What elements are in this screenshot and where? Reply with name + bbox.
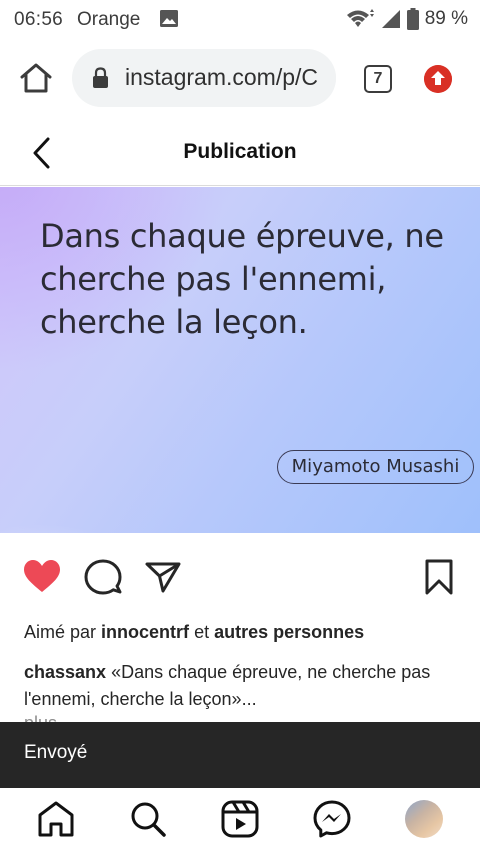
- avatar[interactable]: [405, 800, 443, 838]
- home-icon[interactable]: [18, 60, 54, 96]
- reels-icon[interactable]: [221, 800, 259, 838]
- likes-prefix: Aimé par: [24, 622, 97, 642]
- address-bar[interactable]: instagram.com/p/C: [72, 49, 336, 107]
- signal-icon: [381, 10, 400, 28]
- heart-icon[interactable]: [23, 559, 61, 595]
- status-bar: 06:56 Orange 89 %: [0, 0, 480, 38]
- comment-icon[interactable]: [84, 559, 122, 595]
- messenger-icon[interactable]: [313, 800, 351, 838]
- bottom-navigation: [0, 788, 480, 854]
- status-icons: 89 %: [345, 6, 468, 32]
- liker-username[interactable]: innocentrf: [101, 622, 189, 642]
- url-fade: [320, 49, 336, 107]
- snackbar: Envoyé: [0, 722, 480, 788]
- home-icon[interactable]: [37, 800, 75, 838]
- image-icon: [160, 10, 178, 27]
- post-caption: chassanx «Dans chaque épreuve, ne cherch…: [24, 659, 464, 713]
- share-icon[interactable]: [144, 559, 182, 595]
- likes-summary: Aimé par innocentrf et autres personnes: [24, 622, 364, 643]
- wifi-icon: [346, 9, 374, 27]
- likes-connector: et: [194, 622, 210, 642]
- post-header: Publication: [0, 118, 480, 186]
- search-icon[interactable]: [129, 800, 167, 838]
- update-icon[interactable]: [424, 65, 452, 93]
- other-likers-link[interactable]: autres personnes: [214, 622, 364, 642]
- caption-username[interactable]: chassanx: [24, 662, 106, 682]
- status-time: 06:56: [14, 9, 64, 30]
- author-tag: Miyamoto Musashi: [277, 450, 474, 484]
- browser-toolbar: instagram.com/p/C 7: [0, 38, 480, 118]
- url-text: instagram.com/p/C: [125, 64, 319, 90]
- quote-text: Dans chaque épreuve, ne cherche pas l'en…: [40, 217, 444, 341]
- post-image[interactable]: Dans chaque épreuve, ne cherche pas l'en…: [0, 187, 480, 533]
- status-carrier: Orange: [77, 9, 141, 30]
- page-title: Publication: [183, 140, 297, 163]
- post-actions: [0, 545, 480, 609]
- lock-icon: [93, 67, 108, 88]
- tab-switcher-button[interactable]: 7: [364, 65, 392, 93]
- battery-percentage: 89 %: [424, 8, 468, 29]
- battery-icon: [406, 8, 419, 30]
- bookmark-icon[interactable]: [420, 559, 458, 595]
- snackbar-text: Envoyé: [24, 742, 88, 763]
